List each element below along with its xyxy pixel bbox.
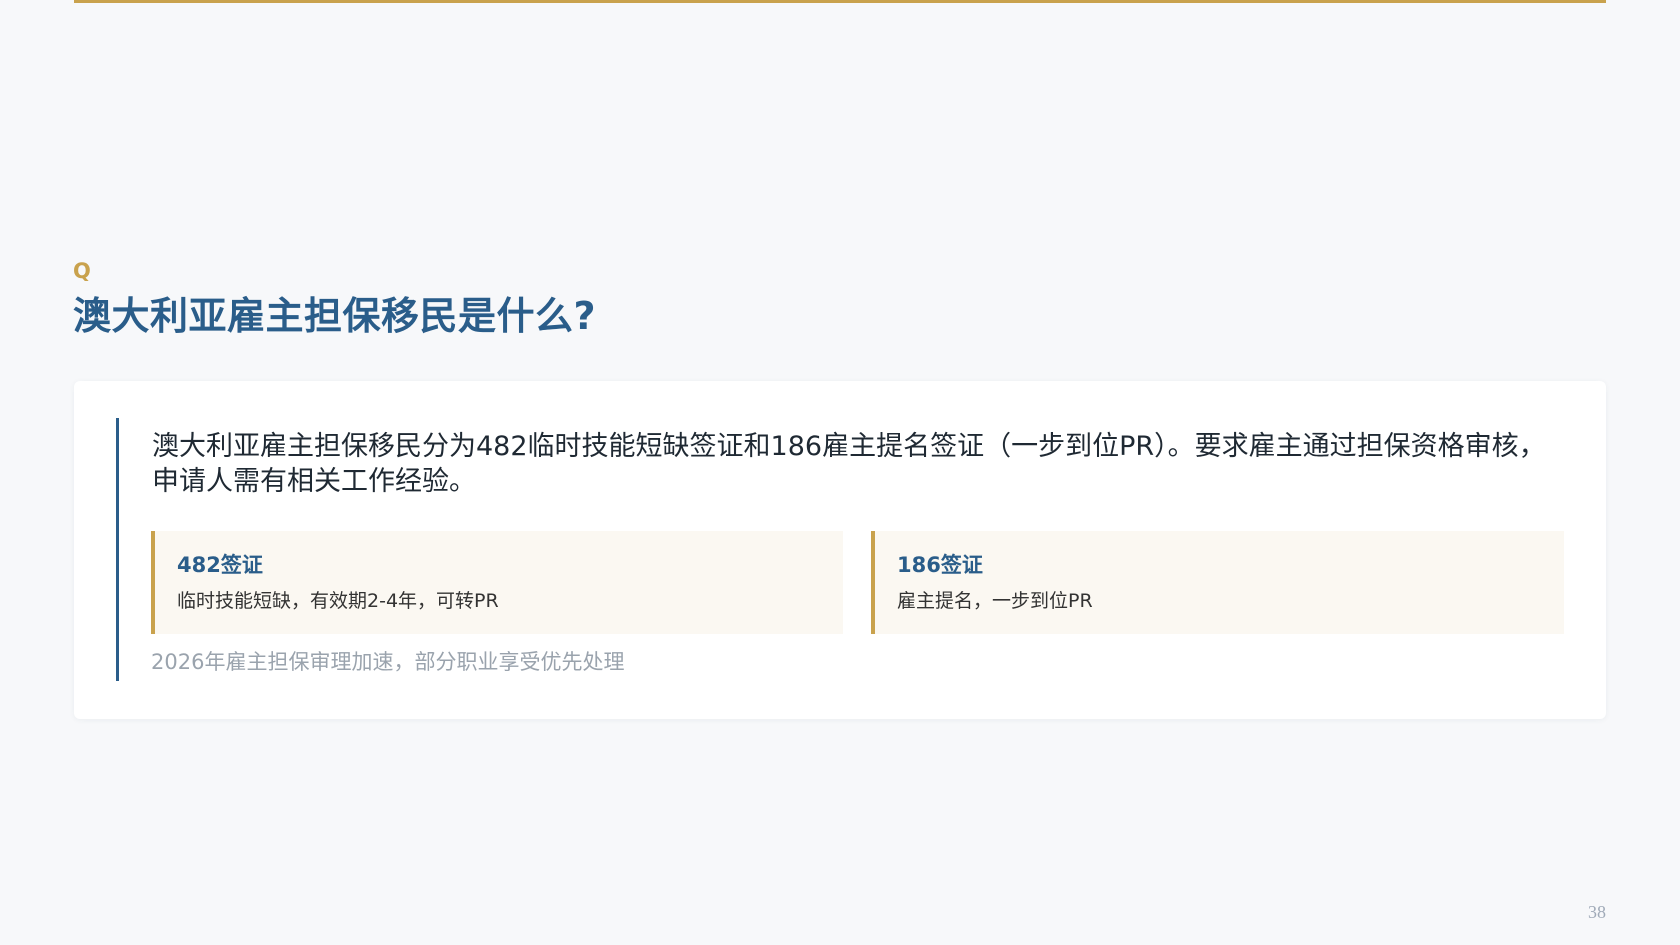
top-gold-rule (74, 0, 1606, 3)
visa-card-description: 雇主提名，一步到位PR (897, 590, 1093, 612)
visa-card-186: 186签证 雇主提名，一步到位PR (871, 531, 1564, 634)
question-marker: Q (73, 259, 91, 283)
visa-card-title: 186签证 (897, 553, 983, 577)
card-accent-bar (116, 418, 119, 681)
page-title: 澳大利亚雇主担保移民是什么? (73, 294, 597, 338)
answer-card: 澳大利亚雇主担保移民分为482临时技能短缺签证和186雇主提名签证（一步到位PR… (74, 381, 1606, 719)
answer-footnote: 2026年雇主担保审理加速，部分职业享受优先处理 (151, 650, 625, 674)
visa-card-title: 482签证 (177, 553, 263, 577)
answer-lead-text: 澳大利亚雇主担保移民分为482临时技能短缺签证和186雇主提名签证（一步到位PR… (152, 431, 1546, 497)
visa-card-description: 临时技能短缺，有效期2-4年，可转PR (177, 590, 499, 612)
page-number: 38 (1588, 902, 1606, 922)
visa-card-482: 482签证 临时技能短缺，有效期2-4年，可转PR (151, 531, 843, 634)
